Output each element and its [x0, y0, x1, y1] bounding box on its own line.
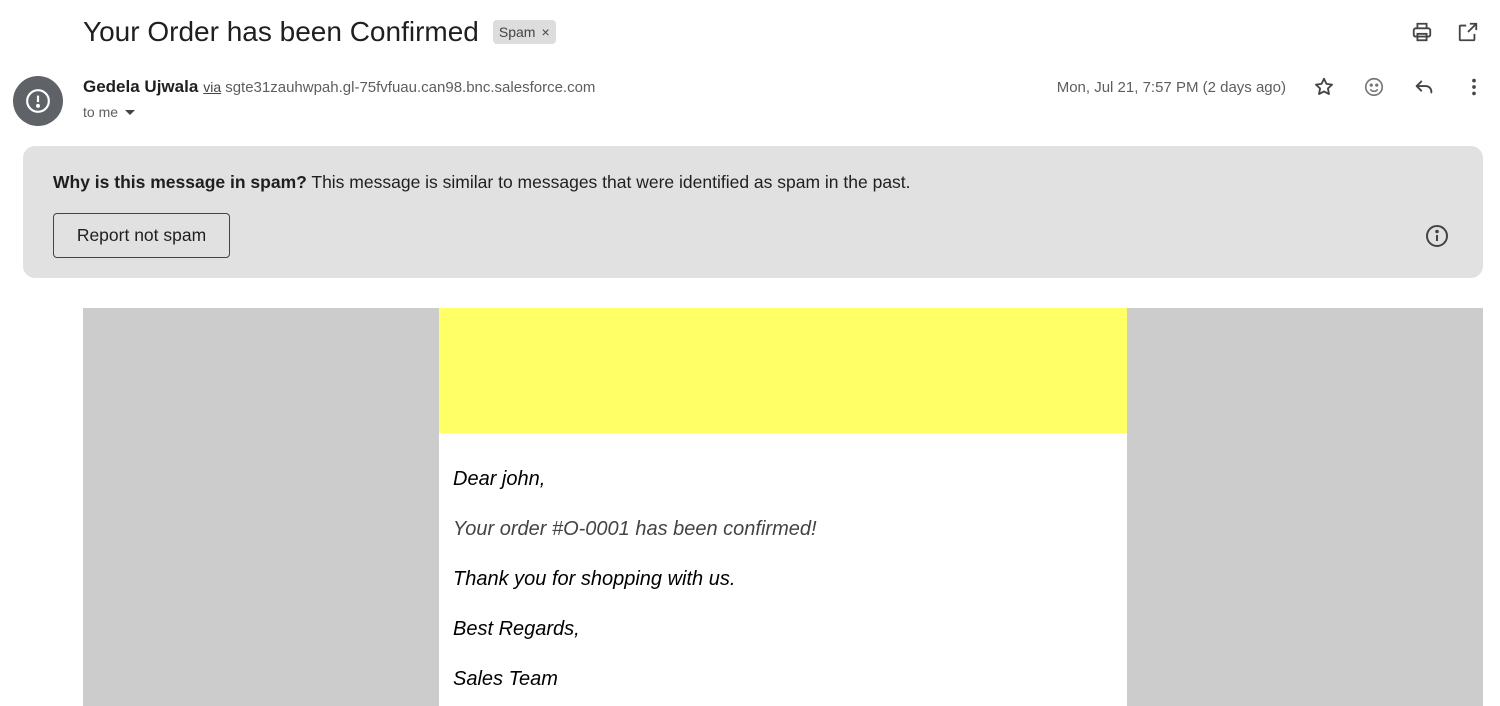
subject-row: Your Order has been Confirmed Spam × — [83, 16, 556, 48]
via-link[interactable]: via — [203, 79, 221, 95]
open-new-window-icon[interactable] — [1456, 20, 1480, 44]
emoji-icon[interactable] — [1362, 75, 1386, 99]
print-icon[interactable] — [1410, 20, 1434, 44]
remove-spam-label-button[interactable]: × — [541, 24, 549, 40]
order-confirmation-line: Your order #O-0001 has been confirmed! — [453, 518, 817, 540]
alert-icon — [26, 89, 50, 113]
recipient-line: to me — [83, 104, 136, 120]
report-not-spam-button[interactable]: Report not spam — [53, 213, 230, 258]
spam-explanation-heading: Why is this message in spam? — [53, 172, 307, 192]
email-subject: Your Order has been Confirmed — [83, 16, 479, 47]
spam-label-text: Spam — [498, 24, 536, 40]
thanks-line: Thank you for shopping with us. — [453, 568, 736, 590]
info-icon[interactable] — [1425, 224, 1449, 248]
message-date: Mon, Jul 21, 7:57 PM (2 days ago) — [1056, 78, 1286, 96]
email-body: Dear john, Your order #O-0001 has been c… — [83, 308, 1483, 706]
sender-avatar[interactable] — [13, 76, 63, 126]
spam-warning-banner: Why is this message in spam? This messag… — [23, 146, 1483, 278]
email-card: Dear john, Your order #O-0001 has been c… — [439, 308, 1127, 706]
recipient-text: to me — [83, 104, 119, 120]
signature-line: Sales Team — [453, 668, 558, 690]
greeting: Dear john, — [453, 468, 546, 490]
sender-name[interactable]: Gedela Ujwala — [83, 77, 198, 97]
spam-explanation-text: This message is similar to messages that… — [306, 172, 911, 192]
spam-explanation: Why is this message in spam? This messag… — [53, 172, 911, 193]
star-icon[interactable] — [1312, 75, 1336, 99]
more-vert-icon[interactable] — [1462, 75, 1486, 99]
message-actions: Mon, Jul 21, 7:57 PM (2 days ago) — [1057, 75, 1486, 99]
closing-line: Best Regards, — [453, 618, 580, 640]
sender-domain: sgte31zauhwpah.gl-75fvfuau.can98.bnc.sal… — [225, 79, 596, 96]
email-header-banner — [439, 308, 1127, 433]
spam-label-chip: Spam × — [492, 20, 556, 44]
reply-icon[interactable] — [1412, 75, 1436, 99]
top-actions — [1410, 20, 1480, 44]
show-details-chevron-down-icon[interactable] — [125, 109, 136, 115]
email-message: Dear john, Your order #O-0001 has been c… — [439, 433, 1127, 691]
sender-line: Gedela Ujwala via sgte31zauhwpah.gl-75fv… — [83, 77, 595, 97]
